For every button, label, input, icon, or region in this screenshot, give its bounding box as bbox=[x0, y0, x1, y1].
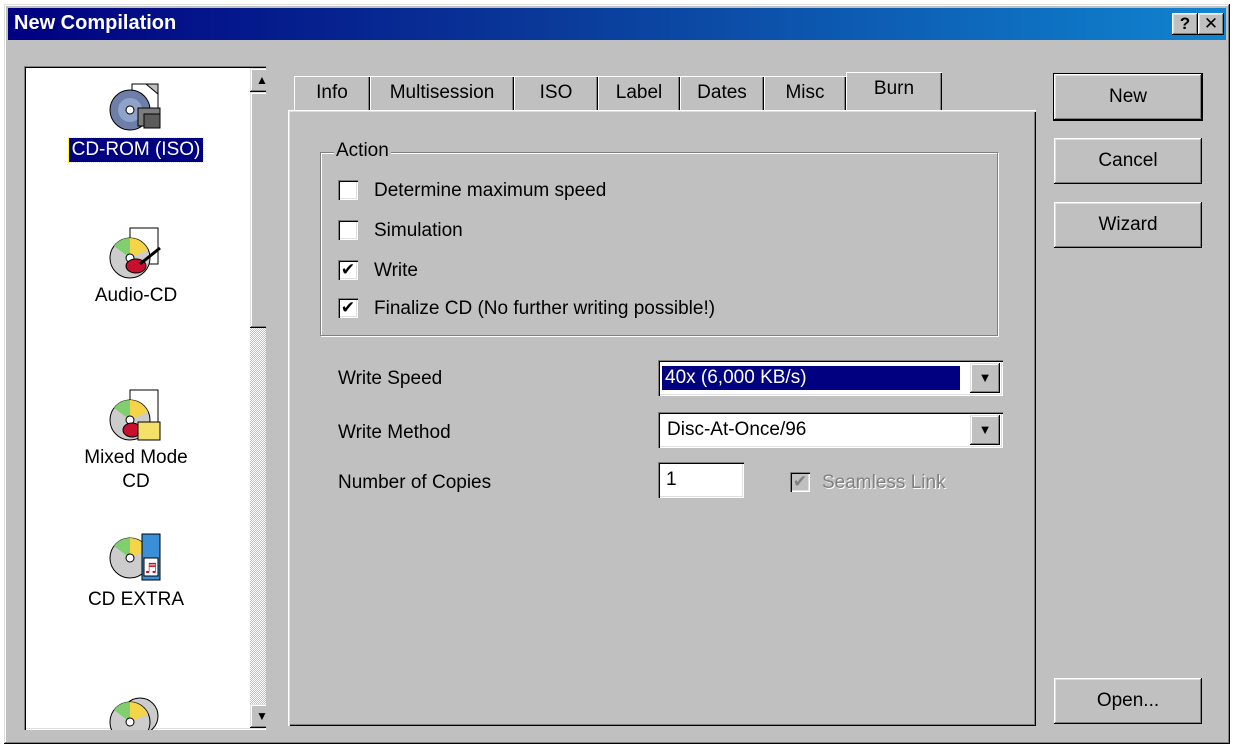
list-item-label: Audio-CD bbox=[94, 285, 178, 306]
determine-max-speed-checkbox[interactable] bbox=[338, 180, 358, 200]
list-scrollbar[interactable]: ▲ ▼ bbox=[250, 68, 266, 728]
cancel-button[interactable]: Cancel bbox=[1054, 138, 1202, 184]
finalize-cd-label[interactable]: Finalize CD (No further writing possible… bbox=[374, 298, 715, 320]
check-icon: ✔ bbox=[792, 472, 808, 491]
chevron-down-icon: ▼ bbox=[978, 370, 992, 385]
write-speed-label: Write Speed bbox=[338, 368, 443, 389]
new-compilation-dialog: New Compilation ? ✕ CD-ROM (ISO) Audio-C… bbox=[4, 4, 1230, 744]
tab-burn[interactable]: Burn bbox=[846, 72, 942, 110]
write-speed-dropdown-button[interactable]: ▼ bbox=[970, 363, 1000, 393]
close-button[interactable]: ✕ bbox=[1198, 13, 1224, 35]
write-method-label: Write Method bbox=[338, 422, 451, 443]
check-icon: ✔ bbox=[340, 298, 356, 317]
list-item-label-line-2: CD bbox=[122, 471, 150, 492]
arrow-up-icon: ▲ bbox=[256, 73, 266, 87]
seamless-link-label[interactable]: Seamless Link bbox=[822, 472, 946, 494]
list-item-label-line-1: Mixed Mode bbox=[84, 447, 188, 468]
seamless-link-checkbox[interactable]: ✔ bbox=[790, 472, 810, 492]
svg-text:♬: ♬ bbox=[145, 561, 158, 577]
tab-dates[interactable]: Dates bbox=[680, 76, 764, 110]
help-button[interactable]: ? bbox=[1172, 13, 1198, 35]
action-group-title: Action bbox=[334, 140, 391, 162]
cd-extra-icon: ♬ bbox=[106, 528, 166, 588]
title-bar[interactable]: New Compilation ? ✕ bbox=[8, 8, 1226, 40]
write-label[interactable]: Write bbox=[374, 260, 418, 282]
tab-misc[interactable]: Misc bbox=[764, 76, 846, 110]
list-item-mixed-mode-cd[interactable]: Mixed Mode CD bbox=[26, 386, 246, 494]
cd-copy-icon bbox=[106, 692, 166, 730]
list-item-cd-copy[interactable] bbox=[26, 692, 246, 730]
arrow-down-icon: ▼ bbox=[256, 709, 266, 723]
number-of-copies-label: Number of Copies bbox=[338, 472, 492, 493]
scroll-up-button[interactable]: ▲ bbox=[250, 68, 266, 92]
determine-max-speed-label[interactable]: Determine maximum speed bbox=[374, 180, 606, 202]
simulation-checkbox[interactable] bbox=[338, 220, 358, 240]
write-method-dropdown-button[interactable]: ▼ bbox=[970, 415, 1000, 445]
write-method-dropdown[interactable]: Disc-At-Once/96 ▼ bbox=[658, 412, 1003, 448]
list-item-audio-cd[interactable]: Audio-CD bbox=[26, 224, 246, 308]
tab-multisession[interactable]: Multisession bbox=[370, 76, 514, 110]
wizard-button[interactable]: Wizard bbox=[1054, 202, 1202, 248]
list-item-label: CD EXTRA bbox=[87, 589, 185, 610]
write-speed-value: 40x (6,000 KB/s) bbox=[662, 366, 960, 390]
write-method-value: Disc-At-Once/96 bbox=[667, 419, 807, 440]
tab-iso[interactable]: ISO bbox=[514, 76, 598, 110]
list-item-cd-rom-iso[interactable]: CD-ROM (ISO) bbox=[26, 78, 246, 163]
tab-label[interactable]: Label bbox=[598, 76, 680, 110]
write-speed-dropdown[interactable]: 40x (6,000 KB/s) ▼ bbox=[658, 360, 1003, 396]
open-button[interactable]: Open... bbox=[1054, 678, 1202, 724]
list-item-label: CD-ROM (ISO) bbox=[67, 137, 205, 163]
mixed-mode-cd-icon bbox=[106, 386, 166, 446]
finalize-cd-checkbox[interactable]: ✔ bbox=[338, 298, 358, 318]
new-button[interactable]: New bbox=[1053, 73, 1203, 121]
number-of-copies-value: 1 bbox=[666, 469, 677, 490]
audio-cd-icon bbox=[106, 224, 166, 284]
simulation-label[interactable]: Simulation bbox=[374, 220, 463, 242]
number-of-copies-input[interactable]: 1 bbox=[658, 462, 744, 498]
scroll-down-button[interactable]: ▼ bbox=[250, 704, 266, 728]
scroll-thumb[interactable] bbox=[250, 92, 266, 328]
write-checkbox[interactable]: ✔ bbox=[338, 260, 358, 280]
compilation-type-list[interactable]: CD-ROM (ISO) Audio-CD Mixed Mode CD ♬ CD… bbox=[24, 66, 266, 730]
window-title: New Compilation bbox=[14, 12, 177, 34]
cd-rom-iso-icon bbox=[106, 78, 166, 138]
list-item-cd-extra[interactable]: ♬ CD EXTRA bbox=[26, 528, 246, 612]
tab-info[interactable]: Info bbox=[294, 76, 370, 110]
check-icon: ✔ bbox=[340, 260, 356, 279]
chevron-down-icon: ▼ bbox=[978, 422, 992, 437]
